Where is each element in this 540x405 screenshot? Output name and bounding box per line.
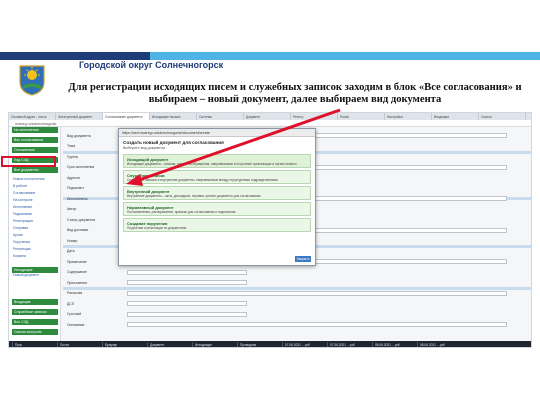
- red-arrow-icon: [126, 108, 341, 186]
